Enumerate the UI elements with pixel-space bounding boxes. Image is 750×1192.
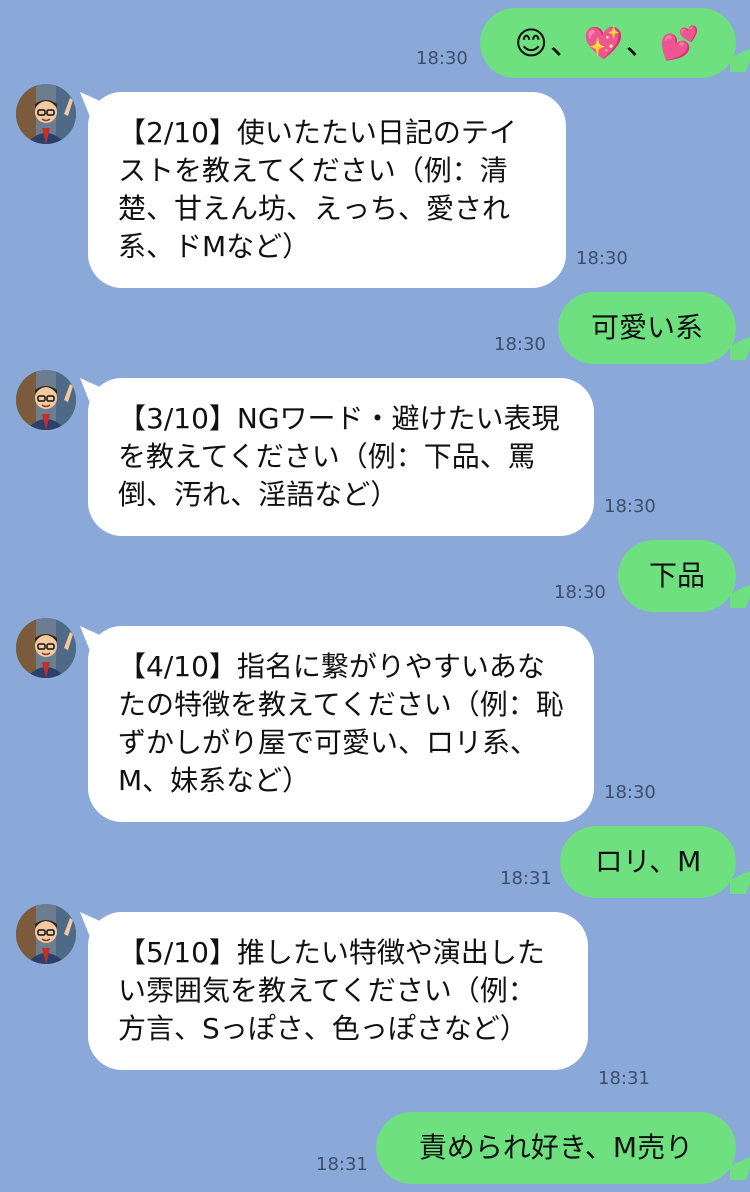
outgoing-message-bubble[interactable]: ロリ、M xyxy=(560,826,736,898)
message-text: ロリ、M xyxy=(594,845,702,878)
outgoing-message-bubble[interactable]: 責められ好き、M売り xyxy=(376,1112,736,1184)
incoming-message-bubble[interactable]: 【2/10】使いたたい日記のテイストを教えてください（例：清楚、甘えん坊、えっち… xyxy=(88,92,566,288)
chat-message-list[interactable]: 😊、💖、💕 18:30 【2/10】使いたたい日記のテイストを教えてください（例… xyxy=(0,0,750,1192)
incoming-message-bubble[interactable]: 【3/10】NGワード・避けたい表現を教えてください（例：下品、罵倒、汚れ、淫語… xyxy=(88,378,594,536)
cartoon-businessman-avatar-icon xyxy=(16,618,76,678)
message-text: 【2/10】使いたたい日記のテイストを教えてください（例：清楚、甘えん坊、えっち… xyxy=(118,116,517,263)
message-timestamp: 18:30 xyxy=(416,48,468,69)
outgoing-message-bubble[interactable]: 可愛い系 xyxy=(558,292,736,364)
message-text: 可愛い系 xyxy=(590,311,703,344)
message-timestamp: 18:31 xyxy=(500,868,552,889)
sender-avatar[interactable] xyxy=(16,618,76,678)
message-timestamp: 18:31 xyxy=(316,1154,368,1175)
cartoon-businessman-avatar-icon xyxy=(16,904,76,964)
incoming-message-bubble[interactable]: 【5/10】推したい特徴や演出したい雰囲気を教えてください（例：方言、Sっぽさ、… xyxy=(88,912,588,1070)
message-text: 下品 xyxy=(648,559,705,592)
message-text: 責められ好き、M売り xyxy=(418,1131,694,1164)
outgoing-message-bubble[interactable]: 下品 xyxy=(618,540,736,612)
message-timestamp: 18:30 xyxy=(554,582,606,603)
incoming-message-bubble[interactable]: 【4/10】指名に繋がりやすいあなたの特徴を教えてください（例：恥ずかしがり屋で… xyxy=(88,626,594,822)
message-text: 【3/10】NGワード・避けたい表現を教えてください（例：下品、罵倒、汚れ、淫語… xyxy=(118,402,560,511)
message-text: 😊、💖、💕 xyxy=(514,24,702,62)
message-text: 【5/10】推したい特徴や演出したい雰囲気を教えてください（例：方言、Sっぽさ、… xyxy=(118,936,545,1045)
sender-avatar[interactable] xyxy=(16,84,76,144)
outgoing-message-bubble[interactable]: 😊、💖、💕 xyxy=(480,8,736,78)
message-text: 【4/10】指名に繋がりやすいあなたの特徴を教えてください（例：恥ずかしがり屋で… xyxy=(118,650,564,797)
message-timestamp: 18:31 xyxy=(598,1068,650,1089)
message-timestamp: 18:30 xyxy=(604,782,656,803)
message-timestamp: 18:30 xyxy=(576,248,628,269)
message-timestamp: 18:30 xyxy=(494,334,546,355)
cartoon-businessman-avatar-icon xyxy=(16,84,76,144)
sender-avatar[interactable] xyxy=(16,370,76,430)
message-timestamp: 18:30 xyxy=(604,496,656,517)
cartoon-businessman-avatar-icon xyxy=(16,370,76,430)
sender-avatar[interactable] xyxy=(16,904,76,964)
